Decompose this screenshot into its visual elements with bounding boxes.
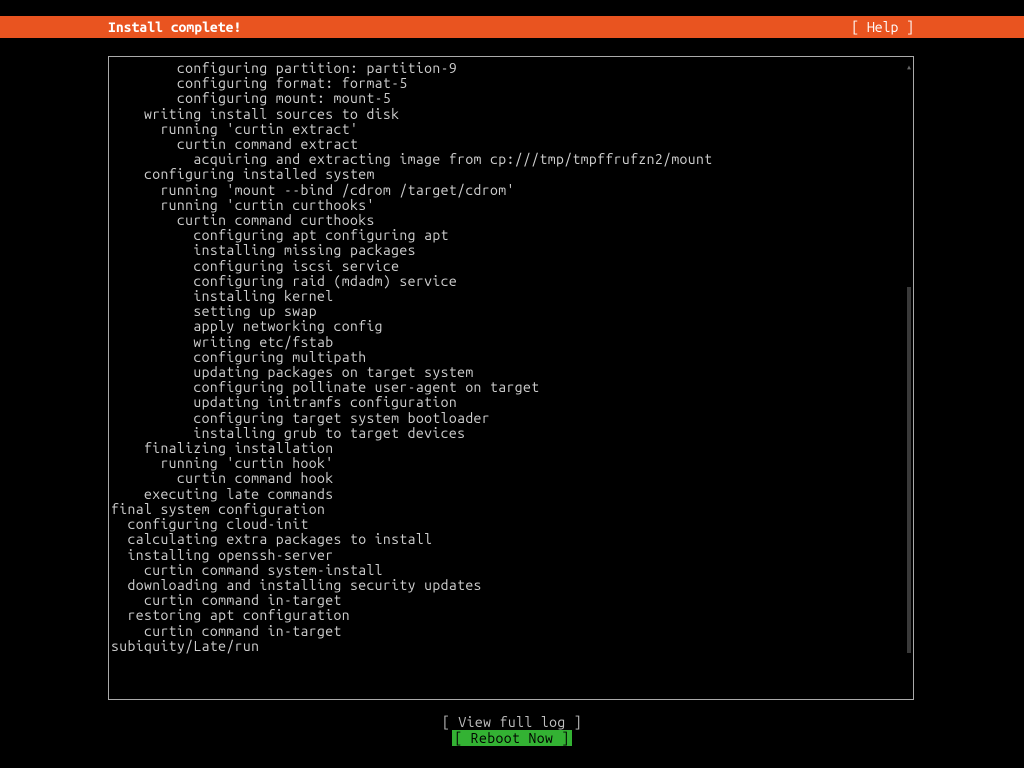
scroll-thumb[interactable] <box>907 287 911 653</box>
page-title: Install complete! <box>108 20 241 35</box>
header-bar: Install complete! [ Help ] <box>0 16 1024 38</box>
footer-buttons: [ View full log ] [ Reboot Now ] <box>0 714 1024 746</box>
install-log-text: configuring partition: partition-9 confi… <box>109 57 913 658</box>
scrollbar[interactable]: ▴ <box>905 57 913 699</box>
reboot-now-button[interactable]: [ Reboot Now ] <box>452 730 571 746</box>
help-button[interactable]: [ Help ] <box>851 20 914 35</box>
install-log-panel: configuring partition: partition-9 confi… <box>108 56 914 700</box>
scroll-up-icon[interactable]: ▴ <box>905 59 913 74</box>
view-full-log-button[interactable]: [ View full log ] <box>442 714 582 730</box>
scroll-track[interactable] <box>907 73 911 683</box>
